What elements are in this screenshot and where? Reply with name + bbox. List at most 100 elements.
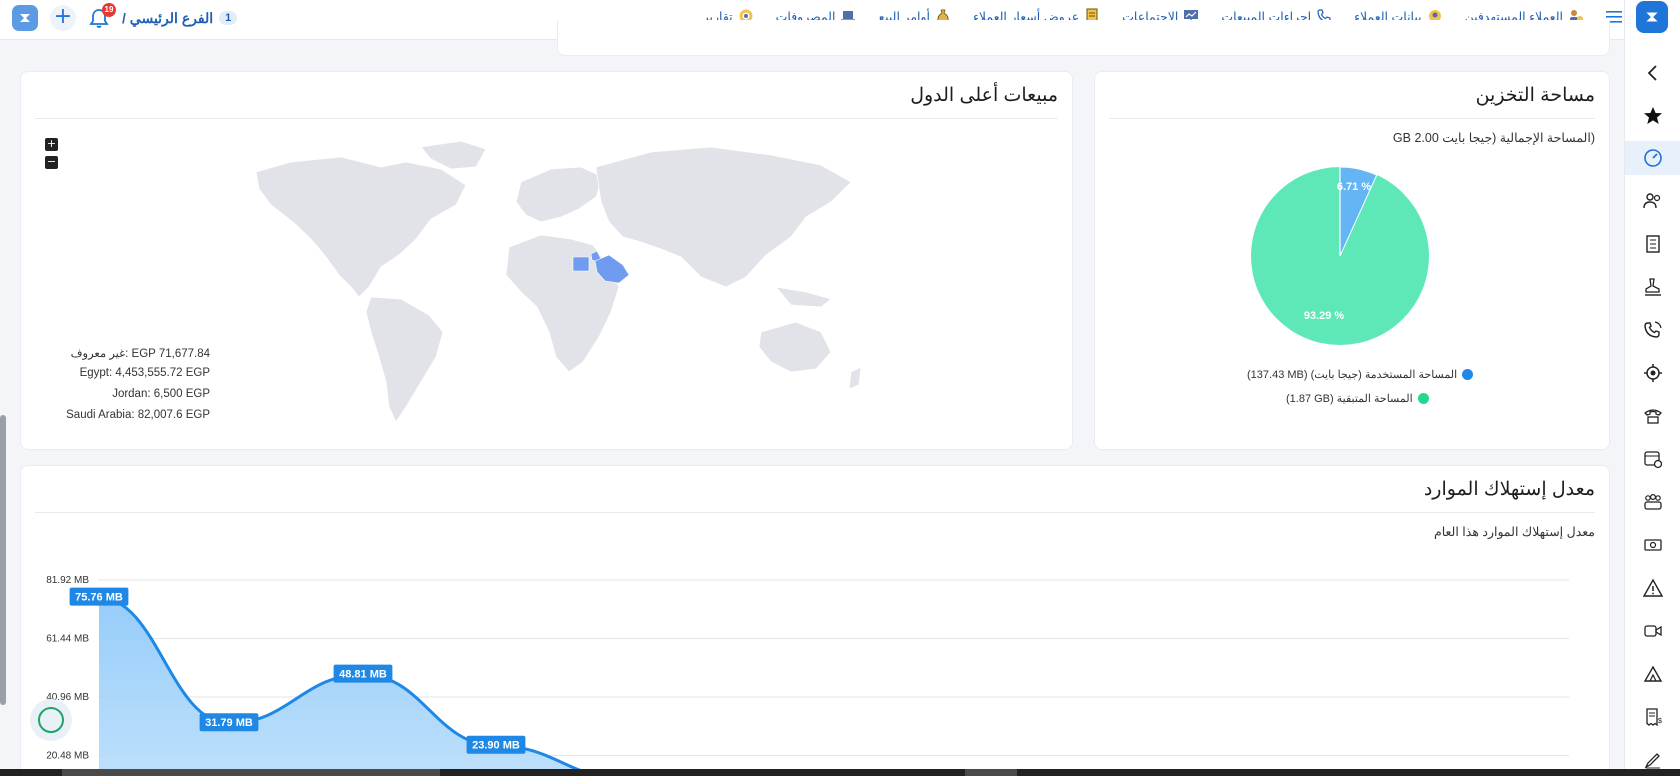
sidebar-item-favorites[interactable] — [1625, 99, 1680, 133]
resource-area-chart: 81.92 MB61.44 MB40.96 MB20.48 MB 75.76 M… — [46, 575, 1569, 776]
data-label-text: 75.76 MB — [75, 592, 123, 604]
map-europe[interactable] — [515, 166, 604, 223]
legend-item-remaining[interactable]: (1.87 GB) المساحة المتبقية — [1286, 392, 1429, 405]
data-label-text: 48.81 MB — [339, 669, 387, 681]
data-label: 23.90 MB — [466, 735, 526, 754]
pie-label-used: 6.71 % — [1337, 181, 1371, 193]
topbar-left-group: + 19 1 الفرع الرئيسي / — [12, 3, 238, 31]
sidebar-item-video[interactable] — [1625, 614, 1680, 648]
map-legend-egypt: Egypt: 4,453,555.72 EGP — [79, 367, 210, 379]
map-new-zealand[interactable] — [848, 366, 862, 390]
notifications-button[interactable]: 19 — [88, 3, 116, 30]
stamp-icon — [1645, 278, 1661, 296]
location-target-icon — [1644, 364, 1662, 382]
chevron-left-icon — [1647, 65, 1657, 81]
invoice-icon: $ — [1646, 708, 1662, 727]
storage-card: مساحة التخزين (المساحة الإجمالية (جيجا ب… — [1094, 71, 1610, 450]
sidebar-item-schedule[interactable] — [1625, 442, 1680, 476]
countries-card-title: مبيعات أعلى الدول — [910, 85, 1058, 106]
calendar-settings-icon — [1644, 451, 1663, 469]
add-button[interactable]: + — [50, 5, 76, 31]
data-label: 75.76 MB — [69, 587, 129, 606]
data-label: 48.81 MB — [333, 664, 393, 683]
sidebar-collapse[interactable] — [1625, 56, 1680, 90]
map-north-america[interactable] — [255, 156, 467, 298]
cash-icon — [1644, 539, 1662, 551]
resource-consumption-card: معدل إستهلاك الموارد معدل إستهلاك الموار… — [20, 465, 1610, 776]
telephone-icon — [1644, 409, 1662, 424]
svg-text:$: $ — [1658, 718, 1662, 725]
map-zoom-in-button[interactable]: + — [45, 138, 58, 151]
users-icon — [1643, 193, 1661, 209]
legend-dot-used — [1462, 369, 1474, 380]
sidebar-item-teams[interactable] — [1625, 485, 1680, 519]
data-label: 31.79 MB — [199, 713, 259, 732]
previous-card-tail — [557, 20, 1610, 56]
y-tick-label: 81.92 MB — [46, 575, 89, 586]
map-greenland[interactable] — [420, 140, 487, 170]
sidebar-item-invoices[interactable]: $ — [1625, 700, 1680, 734]
tent-icon — [1643, 665, 1663, 682]
sidebar-item-finance[interactable] — [1625, 528, 1680, 562]
phone-call-icon — [1644, 321, 1662, 338]
sidebar-logo[interactable] — [1636, 1, 1668, 33]
sidebar-item-users[interactable] — [1625, 184, 1680, 218]
floating-status-button[interactable] — [30, 699, 72, 741]
map-asia[interactable] — [595, 146, 852, 288]
warning-icon — [1643, 578, 1663, 597]
logo-icon — [20, 14, 30, 22]
legend-item-used[interactable]: (137.43 MB) المساحة المستخدمة (جيجا بايت… — [1247, 368, 1474, 381]
branch-label: الفرع الرئيسي / — [122, 9, 214, 26]
right-sidebar: $ — [1624, 0, 1680, 776]
sidebar-item-projects[interactable] — [1625, 657, 1680, 691]
map-country-egypt[interactable] — [572, 256, 590, 272]
data-label-text: 31.79 MB — [205, 717, 253, 729]
map-australia[interactable] — [758, 321, 832, 373]
consumption-subtitle: معدل إستهلاك الموارد هذا العام — [1433, 525, 1595, 539]
legend-label: (137.43 MB) المساحة المستخدمة (جيجا بايت… — [1247, 369, 1458, 381]
sidebar-item-calls[interactable] — [1625, 313, 1680, 347]
video-icon — [1644, 625, 1662, 637]
map-legend-jordan: Jordan: 6,500 EGP — [112, 388, 210, 400]
sidebar-item-locations[interactable] — [1625, 356, 1680, 390]
map-africa[interactable] — [505, 234, 620, 373]
sidebar-item-telephone[interactable] — [1625, 399, 1680, 433]
signature-icon — [1644, 753, 1660, 769]
branch-selector[interactable]: 1 الفرع الرئيسي / — [122, 9, 238, 27]
star-icon — [1644, 107, 1662, 124]
building-icon — [1646, 235, 1660, 253]
map-sales-legend: غير معروف: EGP 71,677.84 Egypt: 4,453,55… — [45, 346, 210, 430]
taskbar-segment — [62, 769, 440, 776]
sidebar-item-alerts[interactable] — [1625, 571, 1680, 605]
y-tick-label: 61.44 MB — [46, 634, 89, 645]
logo-icon — [1646, 12, 1658, 22]
storage-pie-chart: 6.71 % 93.29 % — [1251, 166, 1429, 345]
taskbar-segment — [965, 769, 1017, 776]
y-tick-label: 20.48 MB — [46, 751, 89, 762]
app-logo[interactable] — [12, 5, 38, 31]
top-countries-card: مبيعات أعلى الدول + − غير معروف: EGP 71,… — [20, 71, 1073, 450]
map-legend-saudi-arabia: Saudi Arabia: 82,007.6 EGP — [66, 409, 210, 421]
storage-card-title: مساحة التخزين — [1475, 85, 1595, 106]
sidebar-item-dashboard[interactable] — [1625, 141, 1680, 175]
map-south-america[interactable] — [365, 296, 444, 423]
map-zoom-out-button[interactable]: − — [45, 156, 58, 169]
map-indonesia[interactable] — [775, 286, 832, 308]
data-label-text: 23.90 MB — [472, 740, 520, 752]
sidebar-item-companies[interactable] — [1625, 227, 1680, 261]
status-ring-icon — [38, 707, 64, 733]
world-map — [255, 140, 862, 423]
pie-label-remaining: 93.29 % — [1304, 310, 1345, 322]
consumption-card-title: معدل إستهلاك الموارد — [1423, 479, 1595, 500]
bottom-taskbar-strip — [0, 769, 1680, 776]
card-divider — [35, 512, 1595, 513]
page-scrollbar[interactable] — [0, 415, 6, 705]
legend-dot-remaining — [1417, 393, 1429, 404]
card-divider — [35, 118, 1058, 119]
sidebar-item-contracts[interactable] — [1625, 270, 1680, 304]
card-divider — [1109, 118, 1595, 119]
legend-label: (1.87 GB) المساحة المتبقية — [1286, 393, 1413, 405]
dashboard-gauge-icon — [1644, 149, 1662, 167]
storage-total-label: (المساحة الإجمالية (جيجا بايت 2.00 GB — [1392, 131, 1595, 145]
branch-number-badge: 1 — [219, 11, 238, 25]
